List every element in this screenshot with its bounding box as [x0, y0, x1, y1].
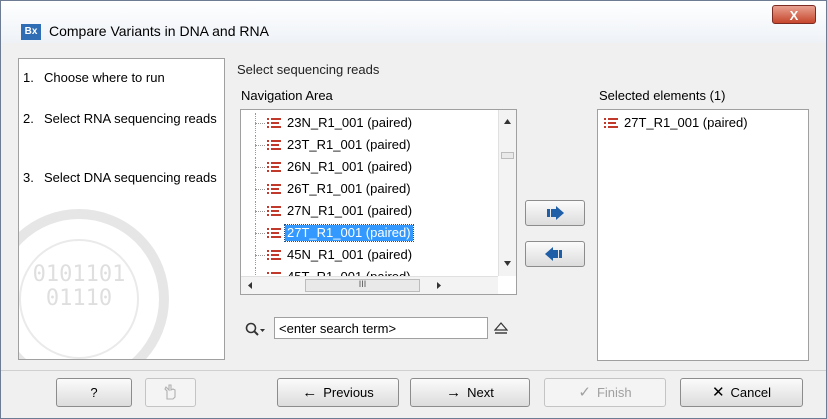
help-button[interactable]: ? — [56, 378, 132, 407]
scroll-arrows-icon — [504, 119, 511, 266]
seal-binary-text: 0101101 01110 — [19, 239, 139, 359]
cancel-button[interactable]: ✕ Cancel — [680, 378, 803, 407]
step-label: Select DNA sequencing reads — [44, 170, 217, 185]
step-number: 1. — [23, 70, 34, 85]
navigation-tree[interactable]: 23N_R1_001 (paired) 23T_R1_001 (paired) … — [240, 109, 517, 295]
tree-item-label: 27N_R1_001 (paired) — [287, 203, 413, 218]
tree-item[interactable]: 23T_R1_001 (paired) — [241, 135, 499, 155]
sequence-list-icon — [267, 184, 281, 195]
watermark-seal: 0101101 01110 — [19, 209, 169, 359]
next-button[interactable]: → Next — [410, 378, 530, 407]
selected-item[interactable]: 27T_R1_001 (paired) — [578, 113, 827, 133]
tree-item-label: 23T_R1_001 (paired) — [287, 137, 411, 152]
tree-item-label: 26N_R1_001 (paired) — [287, 159, 413, 174]
wizard-steps-panel: 1. Choose where to run 2. Select RNA seq… — [18, 58, 225, 360]
next-label: Next — [467, 385, 494, 400]
arrow-left-icon — [545, 247, 562, 261]
close-button[interactable]: X — [772, 5, 816, 24]
sequence-list-icon — [267, 140, 281, 151]
sequence-list-icon — [267, 228, 281, 239]
finish-button[interactable]: ✓ Finish — [544, 378, 666, 407]
cancel-label: Cancel — [730, 385, 772, 400]
dialog-window: Bx Compare Variants in DNA and RNA X 1. … — [0, 0, 827, 419]
sequence-list-icon — [267, 250, 281, 261]
sequence-list-icon — [604, 118, 618, 129]
button-bar-separator — [1, 370, 826, 371]
arrow-right-icon — [547, 206, 564, 220]
vertical-scroll-thumb[interactable] — [501, 152, 514, 159]
add-selected-button[interactable] — [525, 200, 585, 226]
vertical-scrollbar[interactable] — [498, 110, 516, 276]
tree-item[interactable]: 27N_R1_001 (paired) — [241, 201, 499, 221]
tree-item-label: 23N_R1_001 (paired) — [287, 115, 413, 130]
previous-label: Previous — [323, 385, 374, 400]
search-input[interactable] — [274, 317, 488, 339]
tree-item[interactable]: 23N_R1_001 (paired) — [241, 113, 499, 133]
tree-item-label: 45N_R1_001 (paired) — [287, 247, 413, 262]
step-label: Select RNA sequencing reads — [44, 111, 217, 126]
step-label: Choose where to run — [44, 70, 165, 85]
checkmark-icon: ✓ — [578, 384, 591, 401]
help-icon: ? — [90, 385, 98, 400]
reset-hand-icon — [163, 384, 176, 400]
arrow-left-icon: ← — [302, 384, 318, 401]
sequence-list-icon — [267, 162, 281, 173]
section-title: Select sequencing reads — [237, 62, 380, 77]
selected-elements-list[interactable]: 27T_R1_001 (paired) — [597, 109, 809, 361]
tree-item-label: 26T_R1_001 (paired) — [287, 181, 411, 196]
tree-item[interactable]: 26T_R1_001 (paired) — [241, 179, 499, 199]
finish-label: Finish — [596, 385, 632, 400]
sequence-list-icon — [267, 118, 281, 129]
step-number: 3. — [23, 170, 34, 185]
tree-item-selected[interactable]: 27T_R1_001 (paired) — [241, 223, 499, 243]
horizontal-scrollbar[interactable]: III — [241, 276, 498, 294]
navigation-area-label: Navigation Area — [241, 88, 333, 103]
title-bar: Bx Compare Variants in DNA and RNA X — [1, 1, 826, 43]
remove-selected-button[interactable] — [525, 241, 585, 267]
app-logo-icon: Bx — [21, 24, 41, 40]
arrow-right-icon: → — [446, 384, 462, 401]
sequence-list-icon — [267, 206, 281, 217]
selected-elements-label: Selected elements (1) — [599, 88, 726, 103]
search-icon[interactable] — [244, 321, 266, 339]
search-options-icon[interactable] — [494, 321, 508, 337]
tree-item-label: 27T_R1_001 (paired) — [284, 224, 414, 242]
selected-item-label: 27T_R1_001 (paired) — [624, 115, 748, 130]
close-icon: ✕ — [711, 384, 725, 401]
tree-item[interactable]: 26N_R1_001 (paired) — [241, 157, 499, 177]
horizontal-scroll-thumb[interactable]: III — [305, 279, 420, 292]
window-title: Compare Variants in DNA and RNA — [49, 23, 269, 39]
previous-button[interactable]: ← Previous — [277, 378, 399, 407]
step-number: 2. — [23, 111, 34, 126]
reset-button[interactable] — [145, 378, 196, 407]
tree-item[interactable]: 45N_R1_001 (paired) — [241, 245, 499, 265]
